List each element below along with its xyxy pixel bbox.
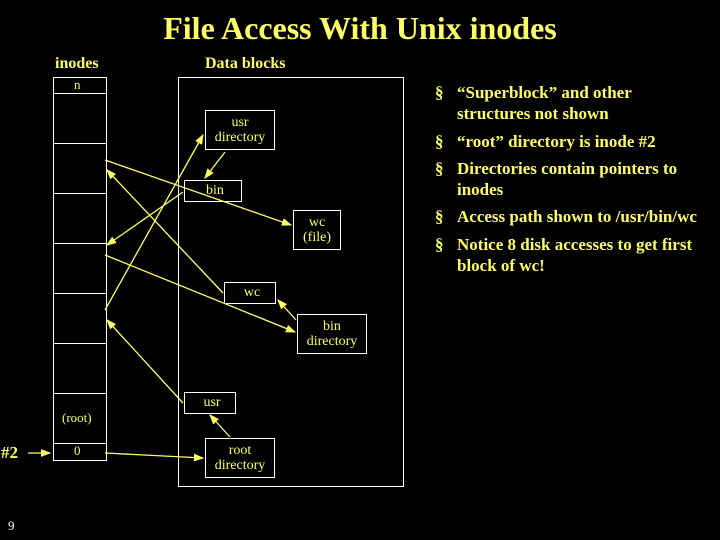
inode-cell (54, 344, 106, 394)
usr-label-box: usr (184, 392, 236, 414)
usr-directory-label: usr directory (215, 115, 266, 146)
bin-directory-label: bin directory (307, 319, 358, 350)
inode-cell: (root) (54, 394, 106, 444)
inodes-heading: inodes (55, 55, 99, 73)
inode-2-marker: #2 (1, 443, 18, 463)
bullet-item: Notice 8 disk accesses to get first bloc… (435, 234, 705, 277)
bin-label: bin (206, 183, 224, 198)
inode-0-label: 0 (74, 443, 81, 459)
inode-cell (54, 144, 106, 194)
datablocks-heading: Data blocks (205, 55, 285, 73)
inode-cell (54, 94, 106, 144)
wc-file-box: wc (file) (293, 210, 341, 250)
page-title: File Access With Unix inodes (0, 0, 720, 47)
bullet-item: Access path shown to /usr/bin/wc (435, 206, 705, 227)
inode-cell (54, 194, 106, 244)
root-directory-label: root directory (215, 443, 266, 474)
bin-label-box: bin (184, 180, 242, 202)
inode-cell-0: 0 (54, 444, 106, 460)
bullet-item: Directories contain pointers to inodes (435, 158, 705, 201)
inode-root-label: (root) (62, 410, 92, 426)
bin-directory-box: bin directory (297, 314, 367, 354)
inode-cell-n: n (54, 78, 106, 94)
usr-directory-box: usr directory (205, 110, 275, 150)
wc-label: wc (244, 285, 260, 300)
bullet-list: “Superblock” and other structures not sh… (435, 82, 705, 282)
slide-number: 9 (8, 518, 15, 534)
root-directory-box: root directory (205, 438, 275, 478)
inode-n-label: n (74, 77, 81, 93)
inode-table: n (root) 0 (53, 77, 107, 461)
wc-label-box: wc (224, 282, 276, 304)
usr-label: usr (203, 395, 220, 410)
bullet-item: “root” directory is inode #2 (435, 131, 705, 152)
inode-cell (54, 244, 106, 294)
bullet-item: “Superblock” and other structures not sh… (435, 82, 705, 125)
inode-cell (54, 294, 106, 344)
wc-file-label: wc (file) (303, 215, 331, 246)
